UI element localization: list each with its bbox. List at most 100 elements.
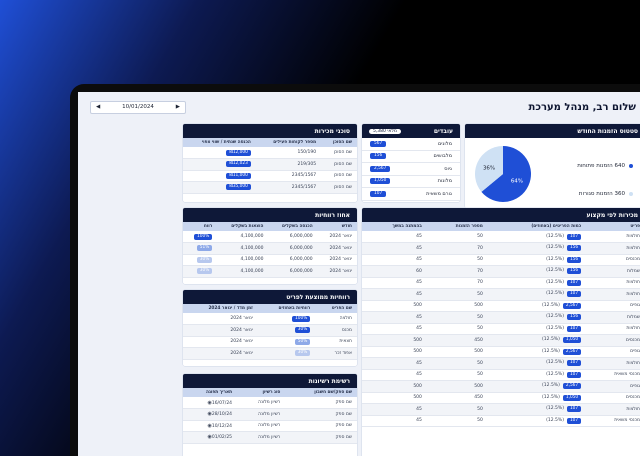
table-row[interactable]: חצאית 50% ינואר 2024 <box>183 336 357 348</box>
agent-clients: 219/305 <box>255 158 322 171</box>
profit-percent: 30% <box>183 254 218 266</box>
column-header[interactable]: הכנסה בשקלים <box>268 222 318 231</box>
licenses-title: רשימת רשיונות <box>308 377 350 385</box>
column-header[interactable]: חודש <box>317 222 357 231</box>
expiry-date: 01/02/25 ◉ <box>183 431 238 444</box>
table-row[interactable]: מכנסים 1,050(12.5%) 450 500 <box>362 334 640 347</box>
column-header[interactable]: רווח <box>183 222 218 231</box>
column-header[interactable]: זמן מדד / ינואר 2024 <box>183 304 258 313</box>
value-chip: 156 <box>566 245 582 252</box>
supplier-name: שם ספק <box>285 420 357 432</box>
date-picker[interactable]: ◀ 10/01/2024 ▶ <box>90 100 186 114</box>
table-row[interactable]: מכנסים 156(12.5%) 50 45 <box>362 254 640 266</box>
table-row[interactable]: ינואר 2024 6,000,000 4,100,000 100% <box>183 231 357 243</box>
column-header[interactable]: שם ספק/שם חשבון <box>285 388 357 397</box>
table-row[interactable]: שמלות 156(12.5%) 70 60 <box>362 265 640 278</box>
column-header[interactable]: תאריך תפוגה <box>183 388 238 397</box>
table-row[interactable]: שם ספק רשיון מלונה 28/10/24 ◉ <box>183 408 357 421</box>
column-header[interactable]: שם הפריט <box>315 304 357 313</box>
value-chip: 156 <box>566 268 582 275</box>
employee-row[interactable]: מלבושים 156 <box>362 151 460 163</box>
income: 6,000,000 <box>268 254 318 266</box>
expiry-date: 10/12/24 ◉ <box>183 420 238 432</box>
employee-name: מלבושים <box>433 153 452 160</box>
table-row[interactable]: מכנסים 1,050(12.5%) 450 500 <box>362 392 640 404</box>
orders-count: 70 <box>426 277 488 289</box>
expiry-date: 28/10/24 ◉ <box>183 408 238 421</box>
item-period: ינואר 2024 <box>183 313 258 325</box>
column-header[interactable]: הכנסה שנתית / שווי צפוי <box>183 138 256 147</box>
column-header[interactable]: בהמתנה במשך <box>362 222 427 231</box>
table-row[interactable]: אפוד זכר 30% ינואר 2024 <box>183 347 357 360</box>
table-row[interactable]: חולצות 107(12.5%) 50 45 <box>362 357 640 370</box>
table-row[interactable]: חולצות 107(12.5%) 50 45 <box>362 403 640 416</box>
table-row[interactable]: חולצות 156(12.5%) 70 45 <box>362 242 640 255</box>
employee-row[interactable]: מלונים 567 <box>362 138 460 151</box>
orders-count: 50 <box>426 357 488 370</box>
income: 6,000,000 <box>268 231 318 243</box>
table-row[interactable]: שמלות 156(12.5%) 50 45 <box>362 311 640 324</box>
quantity-percent: (12.5%) <box>546 406 564 412</box>
column-header[interactable]: מספר לקוחות פעילים <box>255 138 322 147</box>
employee-count-chip: 1,050 <box>370 178 391 185</box>
table-row[interactable]: ינואר 2024 6,000,000 4,100,000 30% <box>183 265 357 278</box>
legend-item-closed: 360 הזמנות סגורות <box>577 180 633 208</box>
column-header[interactable]: מספר הזמנות <box>426 222 488 231</box>
next-date-icon[interactable]: ▶ <box>176 104 180 110</box>
quantity: 1,050(12.5%) <box>487 392 587 404</box>
table-row[interactable]: שם ספק רשיון מלונה 01/02/25 ◉ <box>183 431 357 444</box>
prev-date-icon[interactable]: ◀ <box>96 104 100 110</box>
item-period: ינואר 2024 <box>183 336 258 348</box>
value-chip: 100% <box>292 315 311 322</box>
column-header[interactable]: כמות הפריטים (באחוזים) <box>487 222 587 231</box>
expenses: 4,100,000 <box>217 265 269 278</box>
orders-count: 500 <box>426 380 488 393</box>
expiry-value: 28/10/24 <box>211 412 233 418</box>
expiry-value: 16/07/24 <box>211 400 233 406</box>
table-row[interactable]: שם הסוכן 2345/1567 ₪11,000 <box>183 170 357 182</box>
table-row[interactable]: גופים 2,567(12.5%) 500 500 <box>362 346 640 358</box>
column-header[interactable]: פריט <box>586 222 640 231</box>
table-row[interactable]: ינואר 2024 6,000,000 4,100,000 30% <box>183 254 357 266</box>
column-header[interactable]: רווחיות באחוזים <box>257 304 316 313</box>
table-row[interactable]: שם הסוכן 219/305 ₪12,023 <box>183 158 357 171</box>
column-header[interactable]: שם הסוכן <box>321 138 357 147</box>
table-row[interactable]: שם הסוכן 2345/1567 ₪35,000 <box>183 181 357 194</box>
agent-name: שם הסוכן <box>321 170 357 182</box>
quantity: 156(12.5%) <box>487 311 587 324</box>
quantity: 107(12.5%) <box>487 231 587 243</box>
legend-dot-icon <box>629 191 633 196</box>
table-row[interactable]: שם ספק רשיון מלונה 16/07/24 ◉ <box>183 397 357 409</box>
table-row[interactable]: חולצות 107(12.5%) 50 45 <box>362 231 640 243</box>
value-chip: 107 <box>566 417 582 424</box>
table-row[interactable]: מכנסי משאית 107(12.5%) 50 45 <box>362 369 640 381</box>
column-header[interactable]: סוג רשיון <box>237 388 286 397</box>
table-row[interactable]: גופים 2,567(12.5%) 500 500 <box>362 380 640 393</box>
item: חולצות <box>586 231 640 243</box>
employee-row[interactable]: גיוס 2,567 <box>362 163 460 176</box>
agents-card: סוכני מכירות שם הסוכן מספר לקוחות פעילים ה… <box>183 124 357 202</box>
employee-name: מלונות <box>437 178 452 185</box>
value-chip: 30% <box>196 268 213 275</box>
table-row[interactable]: חולצה 100% ינואר 2024 <box>183 313 357 325</box>
table-row[interactable]: חולצות 107(12.5%) 50 45 <box>362 288 640 301</box>
table-row[interactable]: שם ספק רשיון מלונה 10/12/24 ◉ <box>183 420 357 432</box>
table-row[interactable]: מכנס 30% ינואר 2024 <box>183 324 357 337</box>
employee-row[interactable]: מלונות 1,050 <box>362 176 460 188</box>
item-period: ינואר 2024 <box>183 324 258 337</box>
table-row[interactable]: חולצות 107(12.5%) 50 45 <box>362 323 640 335</box>
quantity-percent: (12.5%) <box>546 417 564 423</box>
employee-row[interactable]: גורם משאית 107 <box>362 188 460 201</box>
table-row[interactable]: מכנסי משאית 107(12.5%) 50 45 <box>362 415 640 427</box>
pending: 45 <box>362 242 427 255</box>
table-row[interactable]: ינואר 2024 6,000,000 4,100,000 51% <box>183 242 357 255</box>
table-row[interactable]: חולצות 107(12.5%) 70 45 <box>362 277 640 289</box>
pending: 45 <box>362 288 427 301</box>
pending: 500 <box>362 380 427 393</box>
pending: 500 <box>362 300 427 312</box>
quantity: 2,567(12.5%) <box>487 346 587 358</box>
column-header[interactable]: הוצאות בשקלים <box>217 222 269 231</box>
table-row[interactable]: גופים 2,567(12.5%) 500 500 <box>362 300 640 312</box>
value-chip: 107 <box>566 279 582 286</box>
table-row[interactable]: שם הסוכן 150/190 ₪12,000 <box>183 147 357 159</box>
